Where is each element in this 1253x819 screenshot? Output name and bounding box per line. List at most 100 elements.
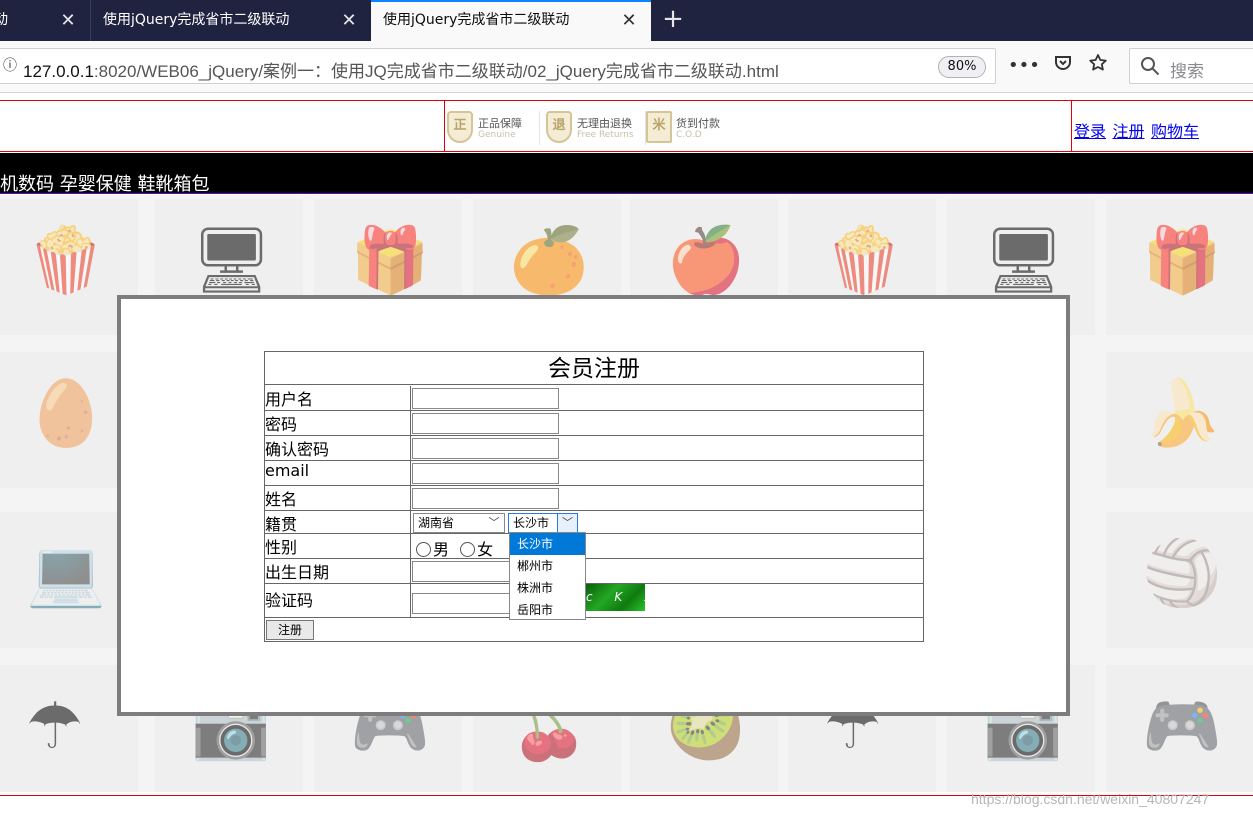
confirm-password-input[interactable]: [412, 438, 559, 459]
login-link[interactable]: 登录: [1074, 124, 1106, 141]
cart-link[interactable]: 购物车: [1151, 124, 1199, 141]
city-option[interactable]: 株洲市: [510, 577, 585, 599]
nav-bar: ⓘ 127.0.0.1:8020/WEB06_jQuery/案例一：使用JQ完成…: [0, 41, 1253, 93]
province-select[interactable]: 湖南省 ﹀: [413, 513, 505, 533]
search-icon: [1140, 56, 1160, 81]
tab-1[interactable]: 动 ✕: [0, 0, 90, 41]
row-captcha: 验证码 c K x: [265, 584, 923, 618]
returns-icon: 退: [546, 111, 572, 143]
female-radio[interactable]: [460, 542, 476, 557]
orange-icon: 🍊: [509, 224, 589, 298]
top-strip: 正 正品保障 Genuine 退 无理由退换 Free Returns 米 货到…: [0, 100, 1253, 152]
promo-cod: 米 货到付款 C.O.D: [645, 111, 735, 145]
chevron-down-icon: ﹀: [488, 516, 500, 529]
row-password: 密码: [265, 411, 923, 436]
bg-tile: 🎁: [1106, 199, 1253, 335]
search-bar[interactable]: 搜索: [1129, 48, 1253, 84]
origin-label: 籍贯: [265, 511, 411, 534]
info-icon[interactable]: ⓘ: [3, 58, 17, 74]
url-text[interactable]: 127.0.0.1:8020/WEB06_jQuery/案例一：使用JQ完成省市…: [23, 57, 779, 82]
url-host: 127.0.0.1: [23, 62, 94, 81]
register-form: 会员注册 用户名 密码 确认密码 email 姓名 籍贯 湖南省 ﹀ 长沙市 ﹀…: [264, 351, 924, 642]
user-links: 登录 注册 购物车: [1074, 118, 1201, 142]
row-submit: 注册: [265, 618, 923, 642]
more-icon[interactable]: •••: [1008, 53, 1040, 79]
name-input[interactable]: [412, 488, 559, 509]
promo-title: 无理由退换: [577, 117, 632, 130]
promo-banner: 正 正品保障 Genuine 退 无理由退换 Free Returns 米 货到…: [444, 101, 1072, 151]
city-option[interactable]: 郴州市: [510, 555, 585, 577]
url-path: :8020/WEB06_jQuery/案例一：使用JQ完成省市二级联动/02_j…: [93, 62, 779, 81]
gift-icon: 🎁: [1142, 224, 1222, 298]
birthday-cell: [412, 559, 923, 583]
chevron-down-icon: ﹀: [557, 514, 577, 532]
popcorn-icon: 🍿: [824, 224, 904, 298]
tab-2[interactable]: 使用jQuery完成省市二级联动 ✕: [90, 0, 370, 41]
captcha-cell: c K x: [412, 584, 923, 617]
captcha-label: 验证码: [265, 584, 411, 617]
tab-title: 动: [0, 12, 8, 28]
promo-genuine: 正 正品保障 Genuine: [447, 111, 537, 145]
name-cell: [412, 486, 923, 510]
city-select[interactable]: 长沙市 ﹀: [508, 513, 578, 533]
row-email: email: [265, 461, 923, 486]
password-input[interactable]: [412, 413, 559, 434]
watermark: https://blog.csdn.net/weixin_40807247: [971, 791, 1210, 807]
bg-tile: 🏐: [1106, 512, 1253, 648]
close-icon[interactable]: ✕: [58, 0, 78, 41]
search-placeholder: 搜索: [1170, 62, 1204, 82]
city-option[interactable]: 长沙市: [510, 533, 585, 555]
register-link[interactable]: 注册: [1112, 124, 1144, 141]
row-gender: 性别 男 女: [265, 534, 923, 559]
city-dropdown: 长沙市 郴州市 株洲市 岳阳市: [509, 532, 586, 620]
zoom-level-badge[interactable]: 80%: [938, 56, 986, 78]
male-radio[interactable]: [416, 542, 431, 557]
promo-subtitle: Genuine: [478, 130, 516, 140]
username-input[interactable]: [412, 388, 559, 409]
city-value: 长沙市: [513, 516, 550, 530]
category-bar: 机数码 孕婴保健 鞋靴箱包: [0, 153, 1253, 196]
promo-title: 货到付款: [676, 117, 720, 130]
url-bar[interactable]: ⓘ 127.0.0.1:8020/WEB06_jQuery/案例一：使用JQ完成…: [0, 48, 996, 84]
bg-tile: 🍌: [1106, 352, 1253, 488]
monitor-icon: 🖥: [191, 224, 273, 298]
email-label: email: [265, 461, 411, 485]
form-title: 会员注册: [265, 352, 923, 385]
pocket-icon[interactable]: [1050, 53, 1076, 79]
promo-title: 正品保障: [478, 117, 522, 130]
umbrella-icon: ☂: [26, 690, 84, 764]
email-cell: [412, 461, 923, 485]
confirm-password-label: 确认密码: [265, 436, 411, 460]
password-label: 密码: [265, 411, 411, 435]
captcha-image[interactable]: c K x: [585, 584, 651, 611]
gamepad-icon: 🎮: [1142, 690, 1222, 764]
beach-ball-icon: 🏐: [1142, 537, 1222, 611]
tab-title: 使用jQuery完成省市二级联动: [103, 12, 290, 28]
province-value: 湖南省: [418, 516, 455, 530]
tab-3-active[interactable]: 使用jQuery完成省市二级联动 ✕: [371, 0, 651, 41]
cod-icon: 米: [646, 111, 672, 143]
register-modal: 会员注册 用户名 密码 确认密码 email 姓名 籍贯 湖南省 ﹀ 长沙市 ﹀…: [117, 295, 1070, 716]
page-content: 正 正品保障 Genuine 退 无理由退换 Free Returns 米 货到…: [0, 93, 1253, 819]
birthday-label: 出生日期: [265, 559, 411, 583]
bg-tile: 🎮: [1106, 665, 1253, 792]
row-origin: 籍贯 湖南省 ﹀ 长沙市 ﹀: [265, 511, 923, 534]
close-icon[interactable]: ✕: [619, 0, 639, 41]
name-label: 姓名: [265, 486, 411, 510]
close-icon[interactable]: ✕: [339, 0, 359, 41]
gender-radio-group: 男 女: [416, 536, 493, 560]
category-links[interactable]: 机数码 孕婴保健 鞋靴箱包: [0, 170, 209, 196]
female-label: 女: [477, 540, 494, 559]
row-name: 姓名: [265, 486, 923, 511]
username-cell: [412, 386, 923, 410]
promo-subtitle: Free Returns: [577, 130, 634, 140]
city-option[interactable]: 岳阳市: [510, 599, 585, 621]
star-icon[interactable]: [1085, 53, 1111, 79]
promo-returns: 退 无理由退换 Free Returns: [539, 111, 644, 145]
new-tab-button[interactable]: +: [660, 6, 686, 34]
origin-cell: 湖南省 ﹀ 长沙市 ﹀: [412, 511, 923, 533]
row-birthday: 出生日期: [265, 559, 923, 584]
gift-icon: 🎁: [350, 224, 430, 298]
register-submit-button[interactable]: 注册: [266, 620, 314, 640]
email-input[interactable]: [412, 463, 559, 484]
